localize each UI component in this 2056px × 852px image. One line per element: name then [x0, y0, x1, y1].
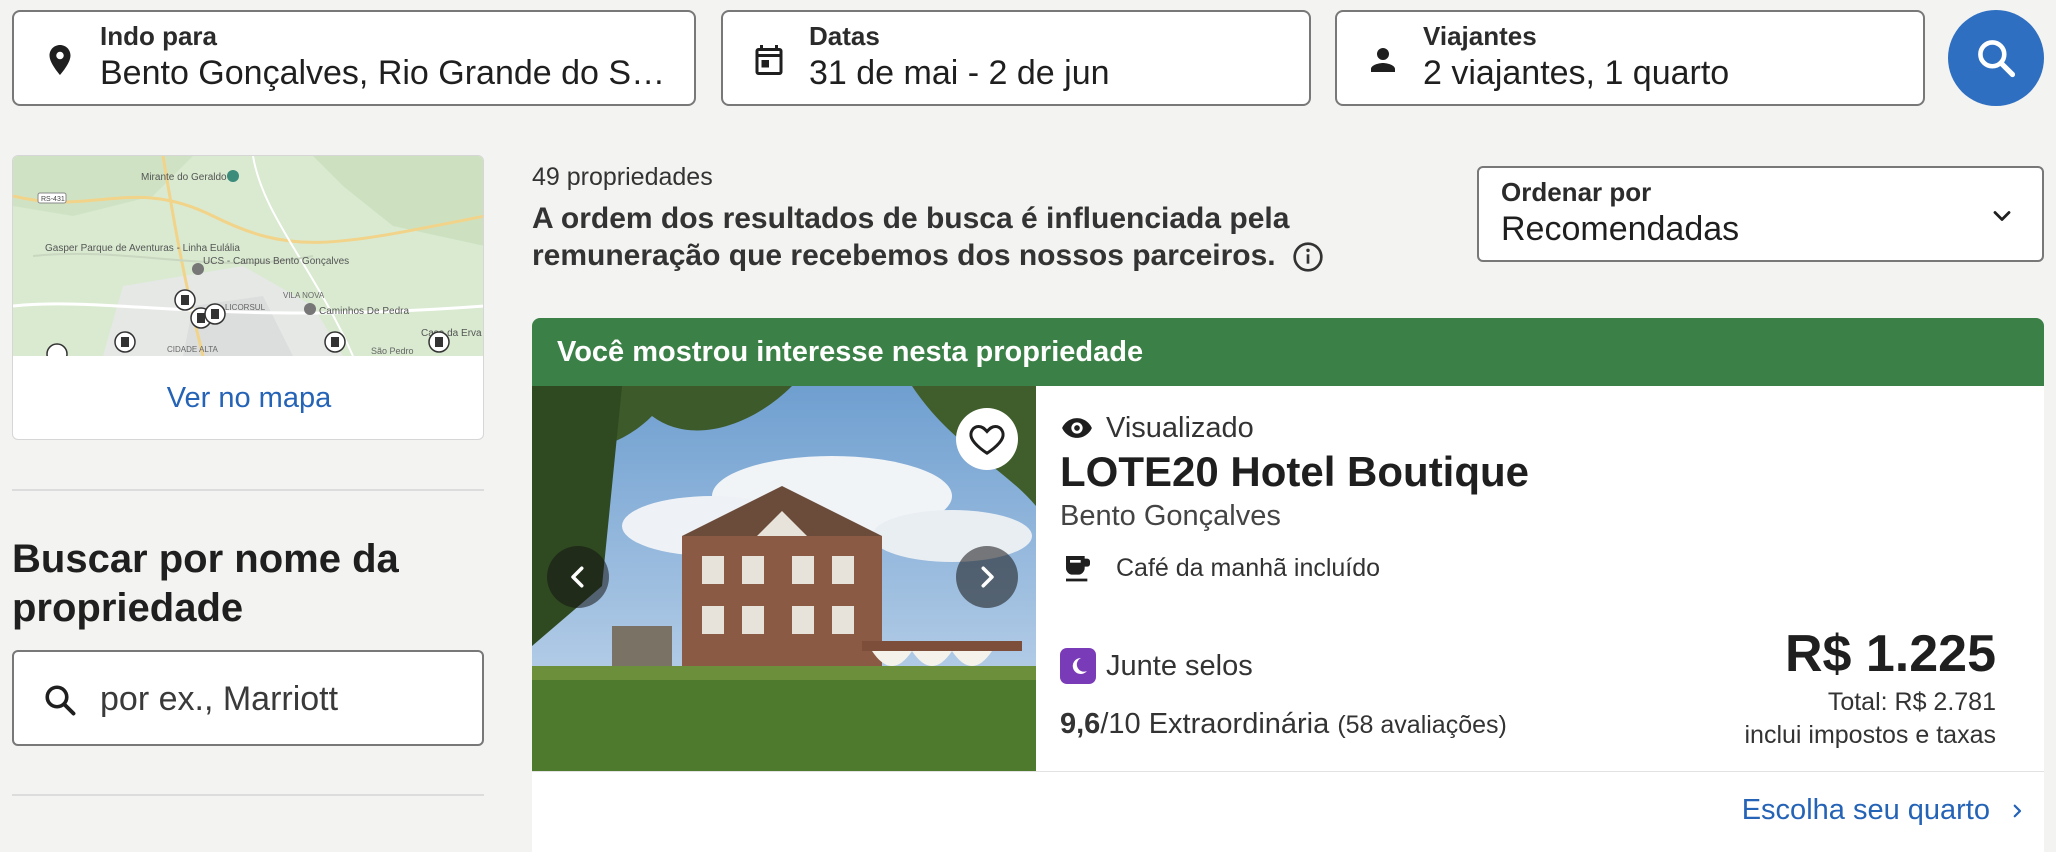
results-count: 49 propriedades: [532, 163, 713, 191]
price-block: R$ 1.225 Total: R$ 2.781 inclui impostos…: [1744, 624, 1996, 750]
info-icon[interactable]: [1292, 241, 1324, 273]
property-location: Bento Gonçalves: [1060, 500, 1281, 532]
coffee-cup-icon: [1066, 556, 1090, 582]
map-label-sao-pedro: São Pedro: [371, 346, 414, 356]
search-icon: [1978, 40, 2016, 78]
property-name-input[interactable]: [100, 676, 460, 722]
card-divider: [532, 771, 2044, 772]
favorite-button[interactable]: [956, 408, 1018, 470]
review-count: (58 avaliações): [1337, 711, 1507, 739]
sort-label: Ordenar por: [1501, 177, 1652, 207]
sidebar-divider: [12, 794, 484, 796]
svg-text:Gasper Parque de Aventuras - L: Gasper Parque de Aventuras - Linha Eulál…: [45, 243, 240, 254]
stamps-label: Junte selos: [1106, 649, 1253, 682]
map-label-gasper: Gasper Parque de Aventuras - Linha Eulál…: [45, 243, 240, 254]
amenity-label: Café da manhã incluído: [1116, 553, 1381, 582]
travelers-field[interactable]: Viajantes 2 viajantes, 1 quarto: [1335, 10, 1925, 106]
property-search-title: Buscar por nome da propriedade: [12, 537, 399, 630]
search-icon: [45, 685, 76, 716]
calendar-icon: [755, 45, 783, 75]
location-pin-icon: [49, 45, 71, 75]
rating-score: 9,6: [1060, 708, 1101, 740]
property-name[interactable]: LOTE20 Hotel Boutique: [1060, 448, 1529, 496]
map-label-road: RS-431: [41, 196, 65, 203]
sort-value: Recomendadas: [1501, 210, 1740, 248]
amenity-breakfast: Café da manhã incluído: [1062, 552, 1380, 584]
nightly-price: R$ 1.225: [1784, 625, 1996, 683]
chevron-right-icon: [2013, 804, 2022, 817]
travelers-value: 2 viajantes, 1 quarto: [1423, 54, 1730, 92]
sort-dropdown[interactable]: Ordenar por Recomendadas: [1477, 166, 2044, 262]
moon-icon: [1060, 648, 1096, 684]
dates-field[interactable]: Datas 31 de mai - 2 de jun: [721, 10, 1311, 106]
map-preview-card[interactable]: Mirante do Geraldo Gasper Parque de Aven…: [12, 155, 484, 440]
property-name-search[interactable]: [12, 650, 484, 746]
tax-note: inclui impostos e taxas: [1744, 721, 1996, 749]
map-label-mirante: Mirante do Geraldo: [141, 172, 227, 183]
destination-value: Bento Gonçalves, Rio Grande do Sul, Bras…: [100, 54, 666, 92]
viewed-indicator: Visualizado: [1060, 411, 1254, 445]
property-card[interactable]: Você mostrou interesse nesta propriedade: [532, 318, 2044, 852]
map-label-ucs: UCS - Campus Bento Gonçalves: [203, 256, 349, 267]
destination-field[interactable]: Indo para Bento Gonçalves, Rio Grande do…: [12, 10, 696, 106]
search-button[interactable]: [1948, 10, 2044, 106]
chevron-down-icon: [1993, 211, 2011, 221]
map-label-vila-nova: VILA NOVA: [283, 291, 325, 300]
previous-photo-button[interactable]: [547, 546, 609, 608]
chevron-right-icon: [981, 566, 994, 588]
property-info: Visualizado LOTE20 Hotel Boutique Bento …: [1060, 386, 2020, 771]
map-thumbnail[interactable]: Mirante do Geraldo Gasper Parque de Aven…: [13, 156, 484, 356]
rating-label: Extraordinária: [1148, 708, 1330, 740]
disclaimer-text: A ordem dos resultados de busca é influe…: [532, 202, 1290, 272]
eye-icon: [1062, 418, 1092, 438]
chevron-left-icon: [571, 566, 584, 588]
choose-room-label: Escolha seu quarto: [1741, 794, 1990, 826]
destination-label: Indo para: [100, 21, 218, 51]
map-label-cidade-alta: CIDADE ALTA: [167, 345, 218, 354]
next-photo-button[interactable]: [956, 546, 1018, 608]
view-on-map-link[interactable]: Ver no mapa: [13, 356, 483, 439]
travelers-label: Viajantes: [1423, 21, 1537, 51]
heart-icon: [969, 424, 1005, 455]
ranking-disclaimer: A ordem dos resultados de busca é influe…: [532, 200, 1462, 274]
choose-room-link[interactable]: Escolha seu quarto: [1742, 794, 2026, 827]
guest-rating: 9,6/10 Extraordinária (58 avaliações): [1060, 708, 1507, 741]
dates-value: 31 de mai - 2 de jun: [809, 54, 1110, 92]
map-label-caminhos: Caminhos De Pedra: [319, 306, 409, 317]
stamps-program: Junte selos: [1060, 648, 1253, 684]
sidebar-divider: [12, 489, 484, 491]
total-price: Total: R$ 2.781: [1827, 688, 1996, 716]
property-photo-carousel[interactable]: [532, 386, 1036, 771]
dates-label: Datas: [809, 21, 880, 51]
interest-banner: Você mostrou interesse nesta propriedade: [532, 318, 2044, 386]
map-label-licorsul: LICORSUL: [225, 303, 266, 312]
rating-scale: /10: [1100, 708, 1141, 740]
viewed-label: Visualizado: [1106, 411, 1254, 444]
person-icon: [1371, 48, 1395, 72]
